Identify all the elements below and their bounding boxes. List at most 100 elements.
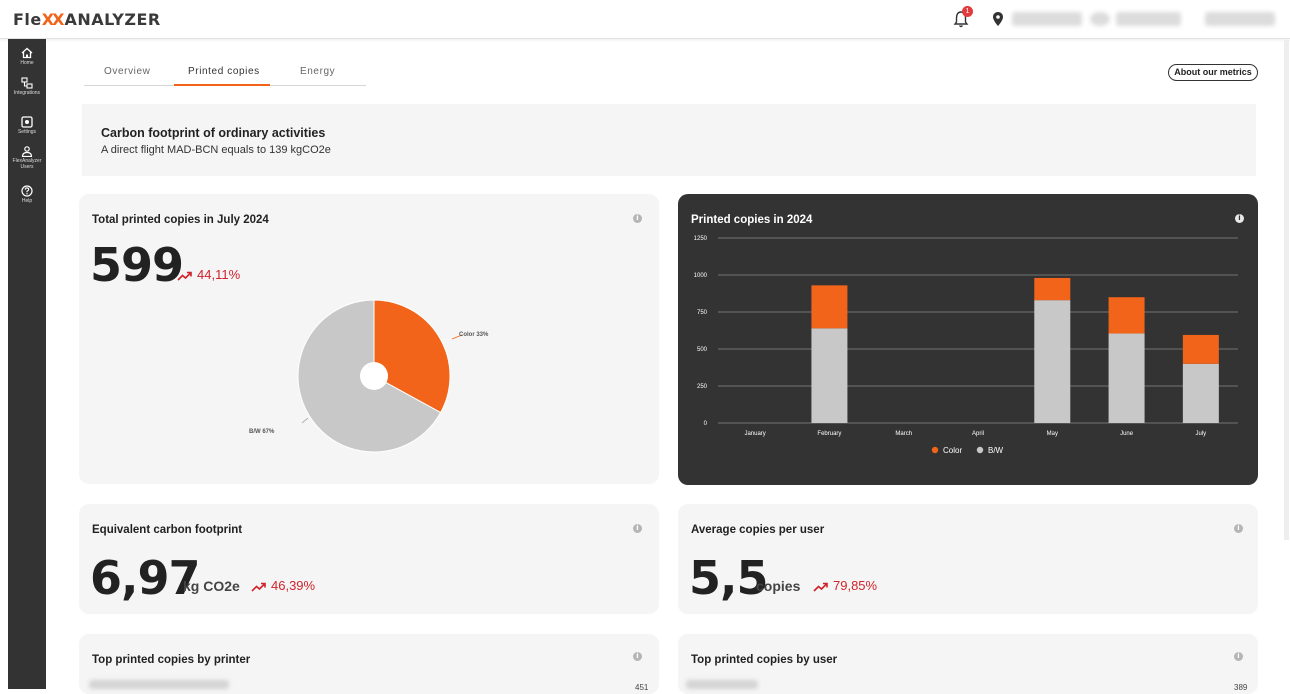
sidebar-item-settings[interactable]: Settings	[8, 116, 46, 135]
y-tick-label: 500	[697, 347, 708, 353]
y-tick-label: 1000	[694, 273, 708, 279]
pie-label-bw: B/W 67%	[249, 429, 275, 435]
carbon-footprint-card: Equivalent carbon footprint i 6,97 kg CO…	[79, 504, 659, 614]
location-selector-blurred[interactable]	[1012, 12, 1082, 26]
carbon-trend: 46,39%	[251, 578, 315, 593]
legend-marker-color	[931, 446, 939, 454]
x-tick-label: June	[1120, 431, 1134, 437]
logo-text-xx: XX	[41, 10, 65, 29]
notification-badge: 1	[962, 6, 973, 17]
trend-up-icon	[251, 582, 266, 592]
avatar-blurred[interactable]	[1090, 12, 1110, 26]
y-tick-label: 0	[704, 421, 708, 427]
info-banner: Carbon footprint of ordinary activities …	[82, 104, 1256, 176]
bar-bw-february[interactable]	[811, 328, 848, 423]
page-scrollbar[interactable]	[1284, 40, 1289, 540]
integrations-icon	[21, 77, 33, 89]
user-name-blurred[interactable]	[1116, 12, 1181, 26]
x-tick-label: April	[972, 431, 984, 437]
top-users-card: Top printed copies by user i 389	[678, 634, 1258, 694]
bar-color-july[interactable]	[1182, 334, 1219, 364]
pie-leader-bw	[301, 417, 309, 424]
info-icon[interactable]: i	[633, 652, 642, 661]
card-title: Top printed copies by printer	[92, 654, 251, 666]
settings-icon	[21, 116, 33, 128]
trend-up-icon	[813, 582, 828, 592]
y-tick-label: 1250	[694, 236, 708, 242]
user-name-blurred	[686, 680, 758, 689]
bar-color-june[interactable]	[1108, 297, 1145, 334]
sidebar-item-label: FlexAnalyzer Users	[12, 158, 42, 170]
total-copies-trend: 44,11%	[177, 267, 240, 282]
info-icon[interactable]: i	[1234, 652, 1243, 661]
bar-bw-june[interactable]	[1108, 333, 1145, 423]
logo-text-prefix: Fle	[13, 10, 42, 29]
tab-bar: Overview Printed copies Energy	[84, 58, 366, 86]
bar-chart: 0 250 500 750 1000 1250 January February March Ap…	[694, 236, 1238, 455]
card-title: Equivalent carbon footprint	[92, 524, 243, 536]
carbon-unit: kg CO2e	[183, 578, 240, 594]
legend-label-color[interactable]: Color	[943, 446, 962, 455]
card-title: Top printed copies by user	[691, 654, 838, 666]
x-tick-label: January	[744, 431, 765, 437]
printer-name-blurred	[89, 680, 229, 689]
x-tick-label: February	[817, 431, 841, 437]
y-tick-label: 750	[697, 310, 708, 316]
trend-value: 44,11%	[197, 267, 241, 282]
tab-energy[interactable]: Energy	[300, 66, 335, 77]
card-title: Total printed copies in July 2024	[92, 214, 269, 226]
bar-bw-may[interactable]	[1034, 300, 1071, 423]
printed-copies-chart-card: Printed copies in 2024 i 0 250 500 750 1000 1…	[678, 194, 1258, 485]
legend-label-bw[interactable]: B/W	[988, 446, 1004, 455]
card-title: Printed copies in 2024	[691, 214, 813, 226]
card-title: Average copies per user	[691, 524, 825, 536]
sidebar: Home Integrations Settings FlexAnalyzer …	[8, 39, 46, 689]
sidebar-item-home[interactable]: Home	[8, 47, 46, 66]
trend-value: 79,85%	[833, 578, 878, 593]
top-bar: FleXX ANALYZER 1	[0, 0, 1290, 39]
sidebar-item-help[interactable]: Help	[8, 185, 46, 204]
pie-center-hole	[360, 362, 388, 390]
active-tab-indicator	[174, 84, 270, 86]
x-tick-label: May	[1047, 431, 1058, 437]
sidebar-item-users[interactable]: FlexAnalyzer Users	[8, 145, 46, 170]
app-logo[interactable]: FleXX ANALYZER	[13, 10, 161, 29]
sidebar-item-integrations[interactable]: Integrations	[8, 77, 46, 96]
location-pin-icon[interactable]	[993, 12, 1003, 26]
legend-marker-bw	[976, 446, 984, 454]
info-icon[interactable]: i	[633, 214, 642, 223]
x-tick-label: July	[1196, 431, 1207, 437]
user-count: 389	[1234, 683, 1248, 692]
info-icon[interactable]: i	[1235, 214, 1244, 223]
copies-pie-chart	[297, 299, 463, 453]
about-metrics-button[interactable]: About our metrics	[1168, 64, 1258, 81]
bar-bw-july[interactable]	[1182, 363, 1219, 423]
average-unit: copies	[756, 578, 801, 594]
info-icon[interactable]: i	[633, 524, 642, 533]
home-icon	[21, 47, 33, 59]
sidebar-item-label: Help	[21, 198, 33, 204]
info-icon[interactable]: i	[1234, 524, 1243, 533]
average-copies-card: Average copies per user i 5,5 copies 79,…	[678, 504, 1258, 614]
trend-value: 46,39%	[271, 578, 316, 593]
top-printers-card: Top printed copies by printer i 451	[79, 634, 659, 694]
average-trend: 79,85%	[813, 578, 877, 593]
x-tick-label: March	[895, 431, 912, 437]
y-tick-label: 250	[697, 384, 708, 390]
sidebar-item-label: Integrations	[13, 90, 41, 96]
total-copies-value: 599	[90, 238, 184, 292]
bar-color-may[interactable]	[1034, 277, 1071, 301]
account-menu-blurred[interactable]	[1205, 12, 1275, 26]
sidebar-item-label: Settings	[17, 129, 37, 135]
bar-color-february[interactable]	[811, 285, 848, 329]
printer-count: 451	[635, 683, 649, 692]
tab-overview[interactable]: Overview	[104, 66, 150, 77]
trend-up-icon	[177, 271, 192, 281]
total-copies-card: Total printed copies in July 2024 i 599 …	[79, 194, 659, 484]
sidebar-item-label: Home	[20, 60, 34, 66]
tab-printed-copies[interactable]: Printed copies	[188, 66, 260, 77]
pie-label-color: Color 33%	[459, 332, 489, 338]
users-icon	[21, 146, 33, 157]
banner-subtitle: A direct flight MAD-BCN equals to 139 kg…	[101, 144, 331, 156]
logo-text-suffix: ANALYZER	[64, 10, 161, 29]
